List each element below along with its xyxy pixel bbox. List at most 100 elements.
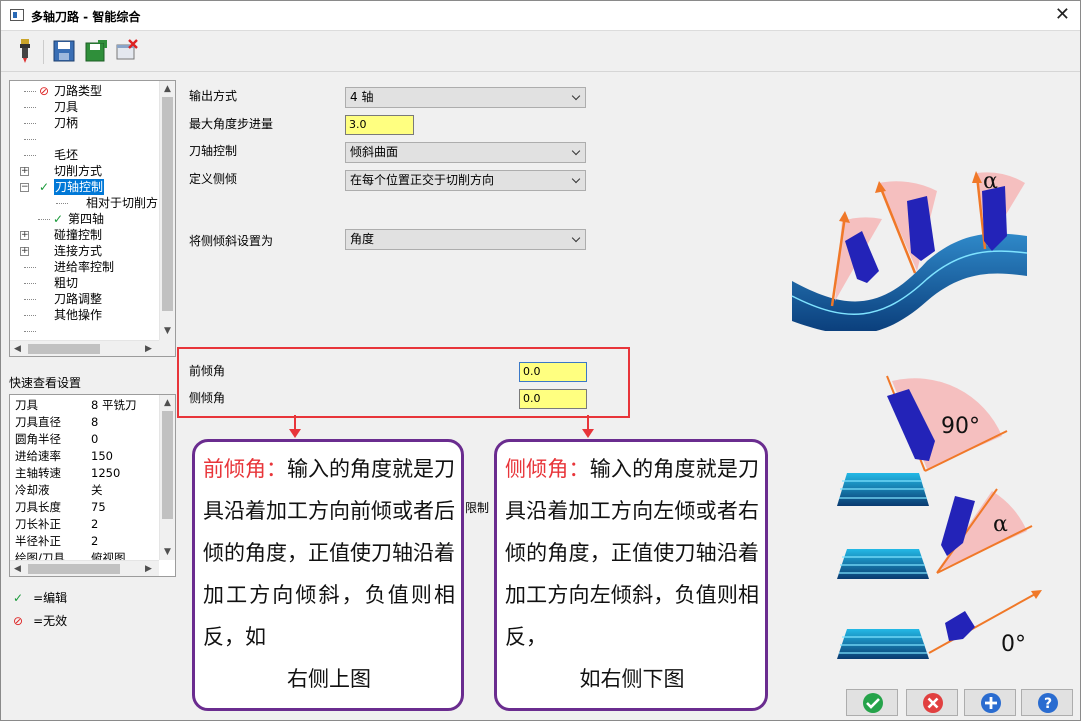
output-select[interactable]: 4 轴 xyxy=(345,87,586,108)
cancel-button[interactable] xyxy=(906,689,958,716)
quickview-value: 8 平铣刀 xyxy=(91,398,137,412)
tree-connector xyxy=(24,283,36,284)
tree-horizontal-scrollbar[interactable]: ◀ ▶ xyxy=(10,340,159,356)
lead-angle-callout: 前倾角：输入的角度就是刀具沿着加工方向前倾或者后倾的角度，正值使刀轴沿着加工方向… xyxy=(192,439,464,711)
side-angle-illustration: 90° α 0° xyxy=(837,375,1042,659)
tree-vertical-scrollbar[interactable]: ▲ ▼ xyxy=(159,81,175,340)
close-button[interactable]: ✕ xyxy=(1055,4,1070,26)
quickview-value: 0 xyxy=(91,432,99,446)
dialog-window: 多轴刀路 - 智能综合 ✕ ⊘ 刀路类型 刀具 刀柄 毛坯 + 切削方式 − ✓ 刀轴控制 相对于切… xyxy=(0,0,1081,721)
side-tilt-set-label: 将侧倾斜设置为 xyxy=(189,234,274,248)
side-angle-input[interactable]: 0.0 xyxy=(519,389,587,409)
tree-item-label: 切削方式 xyxy=(54,164,103,178)
quickview-key: 主轴转速 xyxy=(15,466,61,480)
tree-item[interactable]: ✓ 第四轴 xyxy=(10,211,160,227)
tree-connector xyxy=(24,155,36,156)
quickview-vertical-scrollbar[interactable]: ▲ ▼ xyxy=(159,395,175,560)
tree-item[interactable]: 其他操作 xyxy=(10,307,160,323)
tree-item-label: 刀路类型 xyxy=(54,84,103,98)
tree-item[interactable]: ⊘ 刀路类型 xyxy=(10,83,160,99)
quickview-key: 进给速率 xyxy=(15,449,61,463)
lead-angle-input[interactable]: 0.0 xyxy=(519,362,587,382)
tree-item[interactable]: 毛坯 xyxy=(10,147,160,163)
tree-item-label: 进给率控制 xyxy=(54,260,115,274)
quickview-label: 快速查看设置 xyxy=(9,376,82,390)
tree-item-label: 刀具 xyxy=(54,100,79,114)
tree-item[interactable] xyxy=(10,131,160,147)
lead-angle-label: 前倾角 xyxy=(189,364,226,378)
quickview-value: 关 xyxy=(91,483,103,497)
tree-item-label: 其他操作 xyxy=(54,308,103,322)
quickview-value: 150 xyxy=(91,449,113,463)
deg90-label: 90° xyxy=(941,414,980,439)
tree-item[interactable]: − ✓ 刀轴控制 xyxy=(10,179,160,195)
quickview-panel[interactable]: 刀具 8 平铣刀 刀具直径 8 圆角半径 0 进给速率 150 主轴转速 1250 冷却液 关刀具长度… xyxy=(9,394,176,577)
tree-item-label: 第四轴 xyxy=(68,212,105,226)
quickview-key: 刀具 xyxy=(15,398,38,412)
side-tilt-define-select[interactable]: 在每个位置正交于切削方向 xyxy=(345,170,586,191)
quickview-row: 半径补正 2 xyxy=(15,533,98,550)
tree-item[interactable]: 刀路调整 xyxy=(10,291,160,307)
check-icon: ✓ xyxy=(39,180,50,194)
tree-item[interactable]: 刀柄 xyxy=(10,115,160,131)
tree-connector xyxy=(24,123,36,124)
window-title: 多轴刀路 - 智能综合 xyxy=(31,10,141,24)
lead-callout-body: 输入的角度就是刀具沿着加工方向前倾或者后倾的角度，正值使刀轴沿着加工方向倾斜，负… xyxy=(203,457,455,649)
side-tilt-set-select[interactable]: 角度 xyxy=(345,229,586,250)
tree-connector xyxy=(24,267,36,268)
tree-item-label: 粗切 xyxy=(54,276,79,290)
quickview-row: 刀具长度 75 xyxy=(15,499,106,516)
title-bar: 多轴刀路 - 智能综合 ✕ xyxy=(1,1,1080,31)
legend-edit-text: =编辑 xyxy=(33,591,68,605)
save-icon[interactable] xyxy=(52,38,76,64)
parameter-tree[interactable]: ⊘ 刀路类型 刀具 刀柄 毛坯 + 切削方式 − ✓ 刀轴控制 相对于切削方向 ✓ 第四轴 + 碰撞控制 + 连… xyxy=(9,80,176,357)
delete-window-icon[interactable] xyxy=(115,38,139,64)
tree-item[interactable] xyxy=(10,323,160,339)
tree-item[interactable]: + 切削方式 xyxy=(10,163,160,179)
tree-item[interactable]: 进给率控制 xyxy=(10,259,160,275)
output-label: 输出方式 xyxy=(189,89,238,103)
tree-item[interactable]: 粗切 xyxy=(10,275,160,291)
scroll-corner xyxy=(159,340,175,356)
max-step-input[interactable]: 3.0 xyxy=(345,115,414,135)
save-as-icon[interactable] xyxy=(84,38,108,64)
tree-connector xyxy=(24,139,36,140)
max-step-label: 最大角度步进量 xyxy=(189,117,274,131)
callout-arrows xyxy=(289,415,594,438)
tree-connector xyxy=(38,219,50,220)
side-angle-callout: 侧倾角：输入的角度就是刀具沿着加工方向左倾或者右倾的角度，正值使刀轴沿着加工方向… xyxy=(494,439,768,711)
axis-control-select[interactable]: 倾斜曲面 xyxy=(345,142,586,163)
quickview-row: 刀具 8 平铣刀 xyxy=(15,397,136,414)
side-callout-title: 侧倾角： xyxy=(505,457,590,481)
alpha-top-label: α xyxy=(983,169,998,194)
tree-connector xyxy=(24,331,36,332)
quickview-key: 刀具直径 xyxy=(15,415,61,429)
expand-icon[interactable]: + xyxy=(20,167,29,176)
check-icon: ✓ xyxy=(53,212,64,226)
help-button[interactable]: ? xyxy=(1021,689,1073,716)
expand-icon[interactable]: + xyxy=(20,231,29,240)
lead-callout-tail: 右侧上图 xyxy=(287,667,371,691)
quickview-value: 75 xyxy=(91,500,106,514)
tool-select-icon[interactable] xyxy=(13,38,37,64)
tree-item[interactable]: 相对于切削方向 xyxy=(10,195,170,211)
side-callout-tail: 如右侧下图 xyxy=(579,667,685,691)
tree-connector xyxy=(24,299,36,300)
tree-item-label: 毛坯 xyxy=(54,148,79,162)
expand-icon[interactable]: + xyxy=(20,247,29,256)
tree-item[interactable]: 刀具 xyxy=(10,99,160,115)
collapse-icon[interactable]: − xyxy=(20,183,29,192)
apply-button[interactable] xyxy=(964,689,1016,716)
quickview-key: 刀长补正 xyxy=(15,517,61,531)
ok-button[interactable] xyxy=(846,689,898,716)
tree-item[interactable]: + 连接方式 xyxy=(10,243,160,259)
quickview-row: 刀长补正 2 xyxy=(15,516,98,533)
quickview-value: 2 xyxy=(91,534,99,548)
tree-item-label: 连接方式 xyxy=(54,244,103,258)
quickview-key: 半径补正 xyxy=(15,534,61,548)
tree-item[interactable]: + 碰撞控制 xyxy=(10,227,160,243)
tree-connector xyxy=(24,107,36,108)
quickview-horizontal-scrollbar[interactable]: ◀ ▶ xyxy=(10,560,159,576)
quickview-value: 1250 xyxy=(91,466,121,480)
quickview-key: 刀具长度 xyxy=(15,500,61,514)
